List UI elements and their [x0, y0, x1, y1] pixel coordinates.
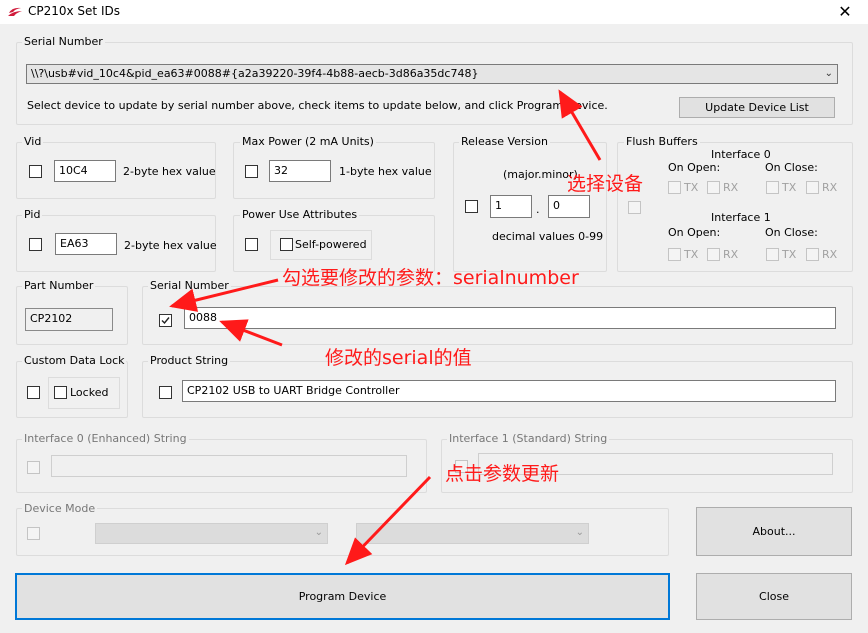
annotation-select-device: 选择设备	[567, 173, 644, 195]
annotation-arrows	[169, 89, 602, 566]
arrow-to-serial-value	[219, 319, 283, 347]
arrow-to-serial-checkbox	[169, 278, 279, 312]
annotation-modify-value: 修改的serial的值	[325, 347, 472, 369]
arrow-to-serial-combo	[558, 89, 602, 161]
annotation-click-update: 点击参数更新	[445, 463, 560, 485]
arrow-to-program-button	[344, 475, 432, 566]
annotation-check-param: 勾选要修改的参数：serialnumber	[282, 267, 579, 289]
